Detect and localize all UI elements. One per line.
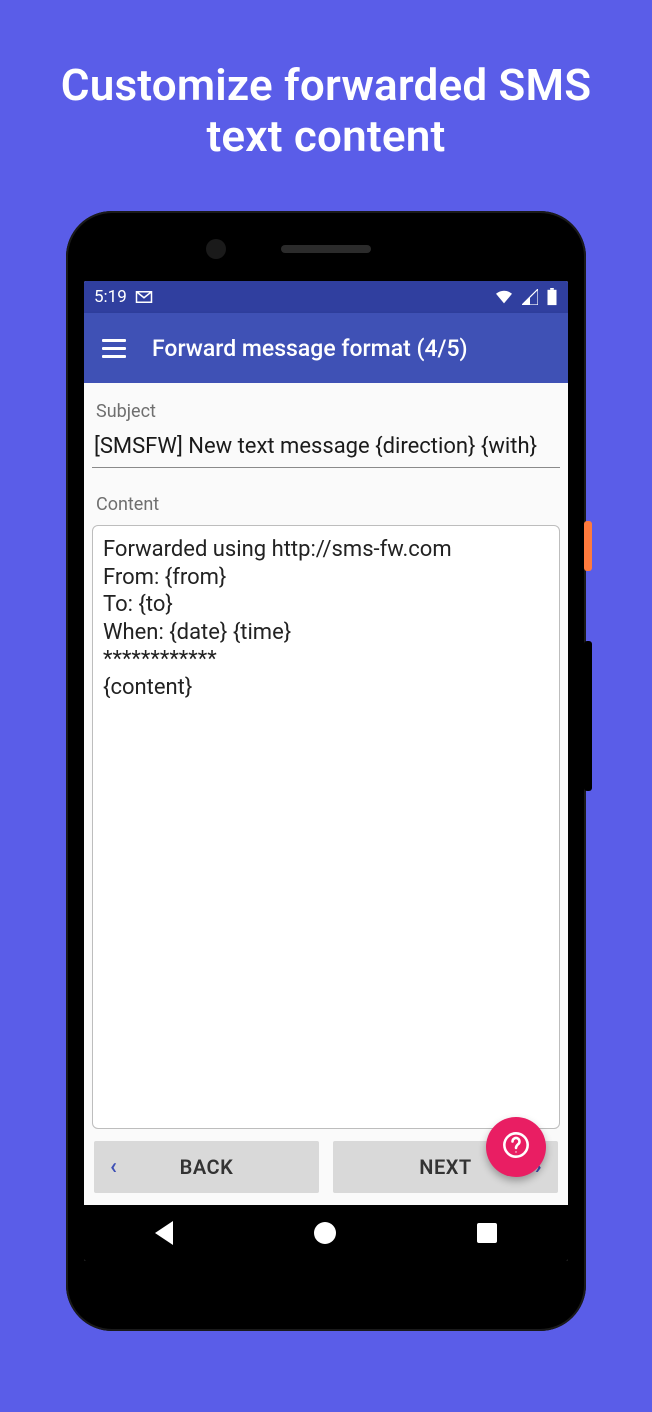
mail-icon (135, 290, 153, 304)
subject-input[interactable] (92, 428, 560, 468)
phone-speaker (281, 245, 371, 253)
help-icon (502, 1131, 530, 1163)
promo-line2: text content (206, 110, 445, 162)
nav-recents-icon[interactable] (477, 1223, 497, 1243)
wifi-icon (494, 289, 514, 305)
phone-camera (206, 239, 226, 259)
app-bar: Forward message format (4/5) (84, 313, 568, 383)
signal-icon (522, 289, 538, 305)
phone-screen: 5:19 Forward message fo (84, 281, 568, 1261)
form-area: Subject Content ‹ BACK NEXT › (84, 383, 568, 1205)
phone-side-button-power (584, 521, 592, 571)
subject-label: Subject (96, 401, 556, 422)
back-button-label: BACK (180, 1155, 234, 1179)
phone-frame: 5:19 Forward message fo (66, 211, 586, 1331)
chevron-left-icon: ‹ (110, 1155, 117, 1180)
help-fab[interactable] (486, 1117, 546, 1177)
back-button[interactable]: ‹ BACK (94, 1141, 319, 1193)
phone-side-button-volume (584, 641, 592, 791)
content-label: Content (96, 494, 556, 515)
android-nav-bar (84, 1205, 568, 1261)
promo-line1: Customize forwarded SMS (61, 59, 592, 111)
nav-home-icon[interactable] (314, 1222, 336, 1244)
promo-heading: Customize forwarded SMS text content (61, 60, 592, 161)
menu-icon[interactable] (98, 335, 130, 362)
page-title: Forward message format (4/5) (152, 335, 468, 362)
status-bar: 5:19 (84, 281, 568, 313)
next-button-label: NEXT (419, 1155, 471, 1179)
content-textarea[interactable] (92, 525, 560, 1129)
battery-icon (546, 288, 558, 306)
nav-back-icon[interactable] (155, 1221, 173, 1245)
status-time: 5:19 (94, 287, 127, 307)
